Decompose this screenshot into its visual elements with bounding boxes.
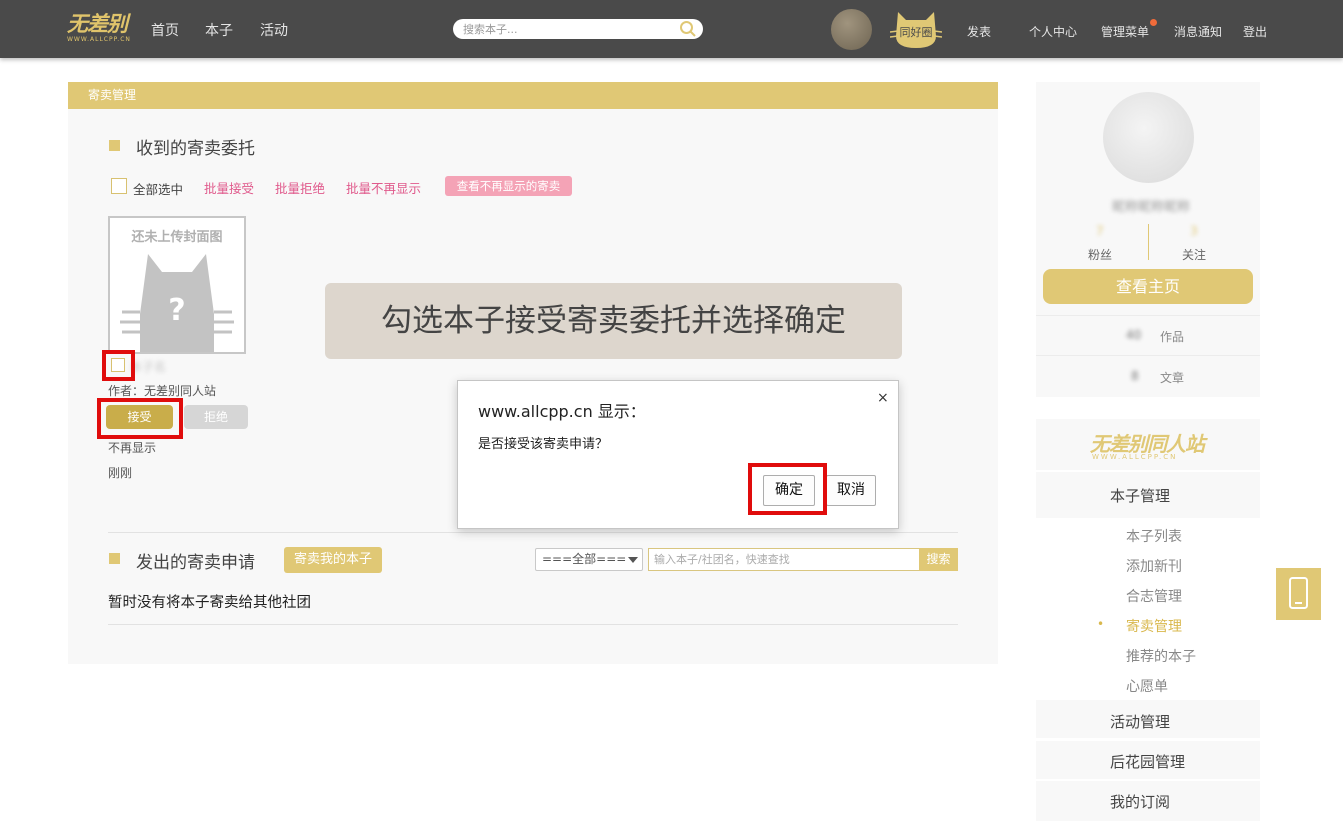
close-icon[interactable]: ×: [877, 390, 889, 406]
nav-link-events[interactable]: 活动: [260, 20, 288, 40]
cat-placeholder-icon: ?: [120, 254, 234, 352]
section-divider: [108, 532, 958, 533]
hide-link[interactable]: 不再显示: [108, 439, 156, 456]
sent-section-title: 发出的寄卖申请: [136, 553, 255, 573]
select-all-label: 全部选中: [133, 182, 184, 197]
menu-subscriptions[interactable]: 我的订阅: [1110, 791, 1170, 812]
nav-post[interactable]: 发表: [967, 23, 991, 40]
consign-time: 刚刚: [108, 466, 133, 480]
fans-count: 7: [1096, 224, 1104, 238]
profile-username: 昵称昵称昵称: [1112, 200, 1191, 215]
instruction-banner: 勾选本子接受寄卖委托并选择确定: [325, 283, 902, 359]
search-icon[interactable]: [679, 20, 697, 38]
nav-personal-center[interactable]: 个人中心: [1029, 23, 1077, 40]
follow-label[interactable]: 关注: [1182, 246, 1206, 263]
circle-cat-badge[interactable]: 同好圈: [890, 6, 942, 50]
book-cover-placeholder: 还未上传封面图 ?: [108, 216, 246, 354]
reject-button[interactable]: 拒绝: [184, 405, 248, 429]
menu-anthology[interactable]: 合志管理: [1126, 586, 1182, 606]
works-count: 40: [1126, 328, 1142, 342]
follow-count: 3: [1190, 224, 1198, 238]
chevron-down-icon: [628, 557, 638, 563]
fans-label[interactable]: 粉丝: [1088, 246, 1112, 263]
phone-icon: [1289, 577, 1308, 609]
profile-divider: [1036, 355, 1260, 356]
active-bullet-icon: •: [1097, 617, 1105, 631]
menu-recommended[interactable]: 推荐的本子: [1126, 646, 1196, 666]
menu-book-mgmt[interactable]: 本子管理: [1110, 485, 1170, 506]
view-hidden-button[interactable]: 查看不再显示的寄卖: [445, 176, 572, 196]
articles-count: 8: [1131, 369, 1139, 383]
book-name[interactable]: 本子名: [130, 358, 166, 375]
menu-consignment[interactable]: 寄卖管理: [1126, 616, 1182, 636]
nav-link-books[interactable]: 本子: [205, 20, 233, 40]
view-homepage-button[interactable]: 查看主页: [1043, 269, 1253, 304]
dialog-title: www.allcpp.cn 显示：: [478, 402, 646, 421]
menu-book-list[interactable]: 本子列表: [1126, 526, 1182, 546]
confirm-dialog: www.allcpp.cn 显示： × 是否接受该寄卖申请？ 确定 取消: [457, 380, 899, 529]
section-divider: [108, 624, 958, 625]
nav-link-home[interactable]: 首页: [151, 20, 179, 40]
site-logo[interactable]: 无差别 WWW.ALLCPP.CN: [67, 12, 131, 46]
consign-my-book-button[interactable]: 寄卖我的本子: [284, 547, 382, 573]
mobile-app-button[interactable]: [1276, 568, 1321, 620]
nav-logout[interactable]: 登出: [1243, 23, 1267, 40]
profile-avatar[interactable]: [1103, 92, 1194, 183]
svg-text:?: ?: [168, 293, 185, 328]
stat-divider: [1148, 224, 1149, 260]
filter-input[interactable]: [648, 548, 920, 571]
select-all-checkbox[interactable]: [111, 178, 127, 194]
received-section-title: 收到的寄卖委托: [136, 139, 255, 159]
menu-garden-mgmt[interactable]: 后花园管理: [1110, 751, 1185, 772]
empty-message: 暂时没有将本子寄卖给其他社团: [108, 595, 311, 611]
search-input[interactable]: [453, 19, 703, 39]
section-marker: [109, 140, 120, 151]
user-avatar[interactable]: [831, 9, 872, 50]
highlight-ok-box: [748, 463, 827, 515]
book-author: 作者：无差别同人站: [108, 384, 217, 398]
filter-select[interactable]: ===全部===: [535, 548, 643, 571]
filter-search-button[interactable]: 搜索: [919, 548, 958, 571]
notification-dot: [1150, 19, 1157, 26]
batch-reject-link[interactable]: 批量拒绝: [275, 178, 325, 197]
works-label[interactable]: 作品: [1160, 328, 1184, 345]
batch-hide-link[interactable]: 批量不再显示: [346, 178, 421, 197]
menu-add-new[interactable]: 添加新刊: [1126, 556, 1182, 576]
nav-admin-menu[interactable]: 管理菜单: [1101, 23, 1149, 40]
panel-header: 寄卖管理: [68, 82, 998, 109]
highlight-checkbox-box: [102, 350, 135, 381]
highlight-accept-box: [97, 398, 183, 439]
articles-label[interactable]: 文章: [1160, 369, 1184, 386]
profile-divider: [1036, 315, 1260, 316]
section-marker: [109, 553, 120, 564]
dialog-message: 是否接受该寄卖申请？: [478, 437, 609, 452]
cancel-button[interactable]: 取消: [826, 475, 876, 506]
brand-logo-sub: WWW.ALLCPP.CN: [1092, 453, 1178, 461]
top-navbar: 无差别 WWW.ALLCPP.CN 首页 本子 活动 同好圈 发表 个人中心 管…: [0, 0, 1343, 58]
menu-wishlist[interactable]: 心愿单: [1126, 676, 1168, 696]
batch-accept-link[interactable]: 批量接受: [204, 178, 254, 197]
nav-notifications[interactable]: 消息通知: [1174, 23, 1222, 40]
menu-event-mgmt[interactable]: 活动管理: [1110, 711, 1170, 732]
